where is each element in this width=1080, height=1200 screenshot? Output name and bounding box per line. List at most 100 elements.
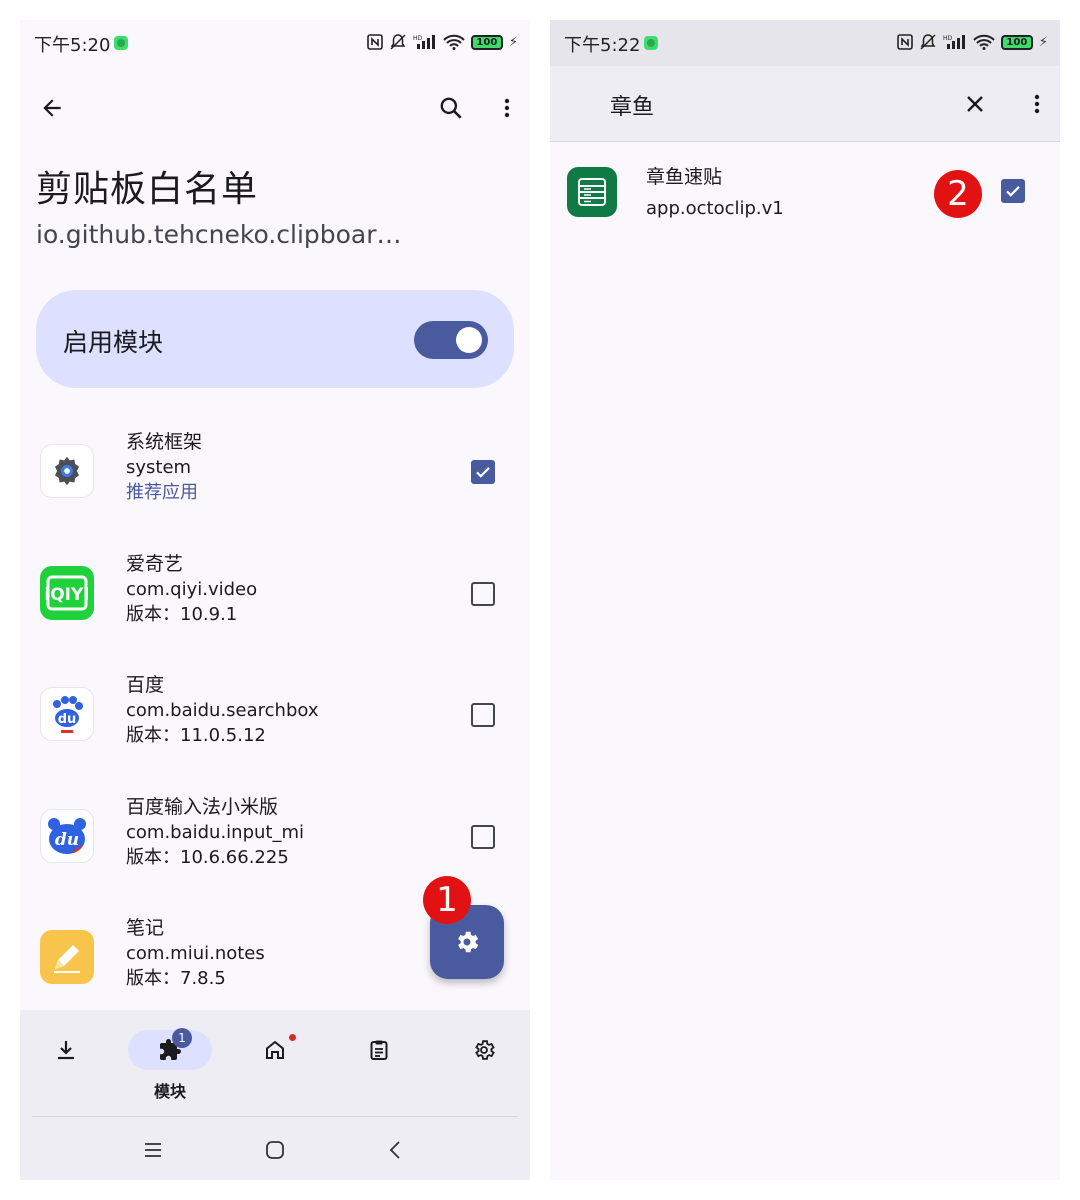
app-checkbox-iqiyi[interactable] (471, 581, 495, 606)
app-name: 系统框架 (126, 431, 203, 453)
enable-module-switch[interactable] (414, 321, 488, 359)
status-icons: HD 100 ⚡ (897, 33, 1048, 51)
bottom-navigation: 1 模块 (20, 1010, 530, 1180)
iqiyi-icon: iQIYI (40, 565, 94, 620)
nav-item-download[interactable] (24, 1030, 108, 1110)
app-package: com.qiyi.video (126, 578, 258, 600)
search-bar[interactable]: 章鱼 (550, 66, 1060, 142)
annotation-marker-2: 2 (934, 170, 982, 218)
page-title: 剪贴板白名单 (36, 169, 259, 210)
status-time: 下午5:20 (34, 35, 111, 56)
arrow-back-icon (43, 99, 61, 117)
svg-text:du: du (55, 830, 79, 850)
search-input[interactable]: 章鱼 (610, 89, 654, 121)
wifi-icon (443, 34, 465, 50)
more-options-button[interactable] (1015, 82, 1059, 126)
status-bar: 下午5:20 HD 100 ⚡ (20, 20, 530, 66)
nfc-icon (367, 34, 383, 50)
recommended-tag: 推荐应用 (126, 482, 198, 503)
more-vert-icon (1034, 94, 1040, 114)
battery-icon: 100 (470, 34, 503, 50)
app-row-system[interactable]: 系统框架 system 推荐应用 (20, 425, 530, 547)
recents-icon[interactable] (141, 1138, 165, 1162)
app-version: 版本：7.8.5 (126, 968, 226, 989)
divider (32, 1116, 518, 1117)
system-gear-icon (40, 444, 94, 498)
search-button[interactable] (429, 86, 473, 130)
back-nav-icon[interactable] (384, 1138, 408, 1162)
notification-dot (289, 1034, 296, 1041)
app-notification-icon (114, 36, 128, 50)
nav-item-settings[interactable] (442, 1030, 526, 1110)
app-row-octoclip[interactable]: 章鱼速贴 app.octoclip.v1 2 (550, 146, 1060, 242)
more-vert-icon (504, 98, 510, 118)
enable-module-label: 启用模块 (63, 328, 164, 357)
app-package: com.baidu.searchbox (126, 700, 319, 721)
signal-icon: HD (943, 35, 965, 49)
app-name: 百度 (126, 674, 165, 696)
svg-text:du: du (58, 712, 77, 727)
app-checkbox-baidu[interactable] (471, 703, 495, 727)
app-row-iqiyi[interactable]: iQIYI 爱奇艺 com.qiyi.video 版本：10.9.1 (20, 547, 530, 669)
home-icon (266, 1040, 284, 1059)
status-icons: HD 100 ⚡ (367, 33, 518, 51)
app-package: app.octoclip.v1 (646, 198, 784, 219)
back-button[interactable] (30, 86, 74, 130)
app-notification-icon (644, 36, 658, 50)
gear-icon (458, 931, 479, 953)
mute-icon (390, 34, 406, 50)
left-screen: 下午5:20 HD 100 ⚡ 剪贴板白名单 io.github.tehcnek… (20, 20, 530, 1180)
battery-icon: 100 (1000, 34, 1033, 50)
nav-item-logs[interactable] (337, 1030, 421, 1110)
switch-knob (456, 327, 482, 353)
notes-icon (40, 930, 94, 984)
right-screen: 下午5:22 HD 100 ⚡ 章鱼 章鱼速贴 app.octoclip.v1 … (550, 20, 1060, 1180)
app-row-baidu[interactable]: du 百度 com.baidu.searchbox 版本：11.0.5.12 (20, 668, 530, 790)
home-nav-icon[interactable] (263, 1138, 287, 1162)
app-package: com.miui.notes (126, 943, 265, 964)
modules-count-badge: 1 (172, 1028, 192, 1048)
annotation-marker-1: 1 (423, 876, 471, 924)
check-icon (1006, 186, 1020, 197)
app-version: 版本：10.6.66.225 (126, 846, 289, 868)
baidu-input-icon: du (40, 808, 94, 863)
app-package: system (126, 457, 192, 478)
app-version: 版本：10.9.1 (126, 603, 238, 625)
close-icon (967, 96, 983, 112)
page-subtitle: io.github.tehcneko.clipboar… (36, 220, 402, 249)
app-version: 版本：11.0.5.12 (126, 725, 266, 746)
charging-icon: ⚡ (508, 34, 518, 50)
top-app-bar (20, 80, 530, 140)
clear-search-button[interactable] (953, 82, 997, 126)
app-name: 笔记 (126, 917, 165, 939)
baidu-icon: du (40, 687, 94, 741)
app-checkbox-octoclip[interactable] (1001, 179, 1025, 203)
svg-text:HD: HD (413, 35, 423, 42)
app-checkbox-system[interactable] (471, 460, 495, 484)
gear-icon (475, 1040, 495, 1060)
status-bar: 下午5:22 HD 100 ⚡ (550, 20, 1060, 66)
charging-icon: ⚡ (1038, 34, 1048, 50)
app-name: 章鱼速贴 (646, 166, 723, 188)
octoclip-icon (567, 167, 617, 217)
check-icon (476, 467, 490, 478)
nav-label-modules: 模块 (153, 1082, 186, 1101)
status-time: 下午5:22 (564, 35, 641, 56)
wifi-icon (973, 34, 995, 50)
enable-module-card[interactable]: 启用模块 (36, 290, 514, 388)
svg-text:HD: HD (943, 35, 953, 42)
nfc-icon (897, 34, 913, 50)
app-package: com.baidu.input_mi (126, 821, 305, 843)
clipboard-icon (370, 1040, 388, 1060)
mute-icon (920, 34, 936, 50)
app-name: 爱奇艺 (126, 552, 184, 575)
download-icon (58, 1041, 74, 1060)
search-icon (440, 97, 462, 119)
app-name: 百度输入法小米版 (126, 795, 279, 818)
app-checkbox-baidu-input[interactable] (471, 824, 495, 849)
svg-text:iQIYI: iQIYI (44, 585, 89, 605)
nav-item-modules[interactable]: 1 模块 (128, 1028, 212, 1110)
more-options-button[interactable] (485, 86, 529, 130)
nav-item-home[interactable] (233, 1030, 317, 1110)
signal-icon: HD (413, 35, 435, 49)
